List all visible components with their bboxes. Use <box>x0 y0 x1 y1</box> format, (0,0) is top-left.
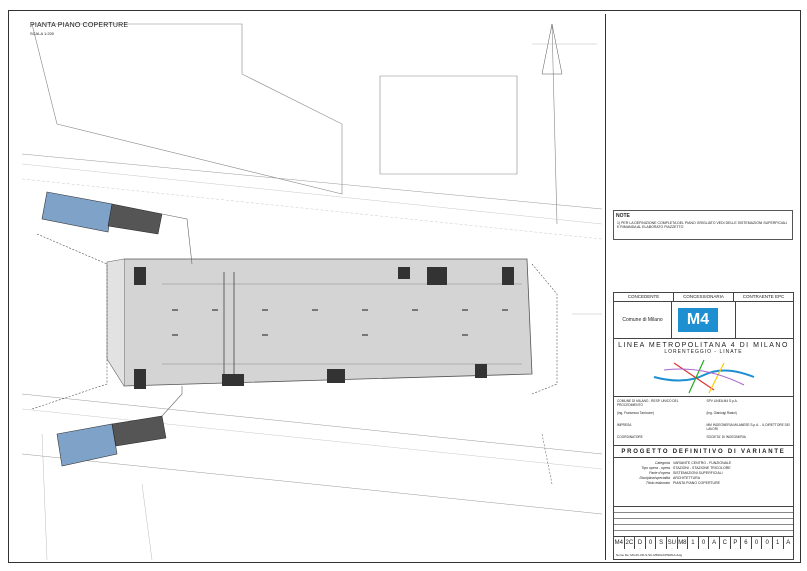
code-cell: 1 <box>773 537 784 549</box>
line-title: LINEA METROPOLITANA 4 DI MILANO <box>618 342 789 349</box>
party-cell: COORDINATORE <box>617 435 643 439</box>
header-contraente: CONTRAENTE EPC <box>742 294 785 299</box>
code-cell: SU <box>667 537 678 549</box>
site-plan <box>21 23 602 560</box>
code-cell: 0 <box>699 537 710 549</box>
station-roof <box>123 258 533 387</box>
party-cell: IMPRESA <box>617 423 632 427</box>
m4-logo: M4 <box>672 302 736 338</box>
code-cell: C <box>720 537 731 549</box>
logos-row: Comune di Milano M4 <box>614 302 793 339</box>
drawing-title: PIANTA PIANO COPERTURE <box>30 22 129 29</box>
party-cell: SOCIETA' DI INGEGNERIA <box>706 435 746 439</box>
party-cell: COMUNE DI MILANO - RESP. UNICO DEL PROCE… <box>617 399 679 407</box>
party-cell: (ing. Gianluigi Rasini) <box>706 411 737 415</box>
code-cell: 0 <box>752 537 763 549</box>
project-meta: Categoria VARIANTE CENTRO - FUNZIONALE Ti… <box>614 458 793 489</box>
code-cell: D <box>635 537 646 549</box>
party-cell: MM INGEGNERIA MILANESE S.p.A. - IL DIRET… <box>706 423 790 431</box>
notes-text: 1) PER LA DEFINIZIONE COMPLETA DEL PIANO… <box>617 221 788 229</box>
code-cell: 0 <box>646 537 657 549</box>
code-cell: S <box>656 537 667 549</box>
contraente-logo <box>736 302 793 338</box>
code-cell: A <box>786 540 791 546</box>
code-cell: 0 <box>762 537 773 549</box>
revision-table <box>614 506 793 537</box>
file-footer: Nome file: M4-2C-D0-S-SU-M810ACP6001A.dw… <box>616 553 683 557</box>
header-concedente: CONCEDENTE <box>614 293 674 301</box>
header-concessionaria: CONCESSIONARIA <box>674 293 734 301</box>
south-entrance <box>56 386 183 467</box>
notes-box: NOTE 1) PER LA DEFINIZIONE COMPLETA DEL … <box>613 210 793 240</box>
party-cell: (ing. Francesco Tarricone) <box>617 411 654 415</box>
code-cell: A <box>709 537 720 549</box>
notes-heading: NOTE <box>616 213 630 219</box>
comune-logo: Comune di Milano <box>614 302 672 338</box>
m4-logo-mark: M4 <box>678 308 718 332</box>
code-cell: M8 <box>678 537 689 549</box>
party-cell: SPV LINEA M4 S.p.A. <box>706 399 738 403</box>
code-cell: 1 <box>688 537 699 549</box>
north-entrance <box>41 191 193 265</box>
code-cell: 6 <box>741 537 752 549</box>
code-cell: P <box>731 537 742 549</box>
drawing-sheet: PIANTA PIANO COPERTURE SCALA 1:200 NOTE … <box>0 0 807 571</box>
code-cell: 2C <box>625 537 636 549</box>
drawing-scale: SCALA 1:200 <box>30 31 55 36</box>
code-cell: M4 <box>614 537 625 549</box>
comune-logo-text: Comune di Milano <box>622 317 663 323</box>
parties-grid: COMUNE DI MILANO - RESP. UNICO DEL PROCE… <box>614 396 793 446</box>
title-block: CONCEDENTE CONCESSIONARIA CONTRAENTE EPC… <box>613 292 794 560</box>
meta-row: Titolo elaborato PIANTA PIANO COPERTURE <box>645 481 720 485</box>
title-block-header: CONCEDENTE CONCESSIONARIA CONTRAENTE EPC <box>614 293 793 302</box>
project-heading: PROGETTO DEFINITIVO DI VARIANTE <box>614 449 793 458</box>
document-code: M4 2C D 0 S SU M8 1 0 A C P 6 0 0 1 A <box>614 536 793 549</box>
network-map <box>653 359 755 394</box>
